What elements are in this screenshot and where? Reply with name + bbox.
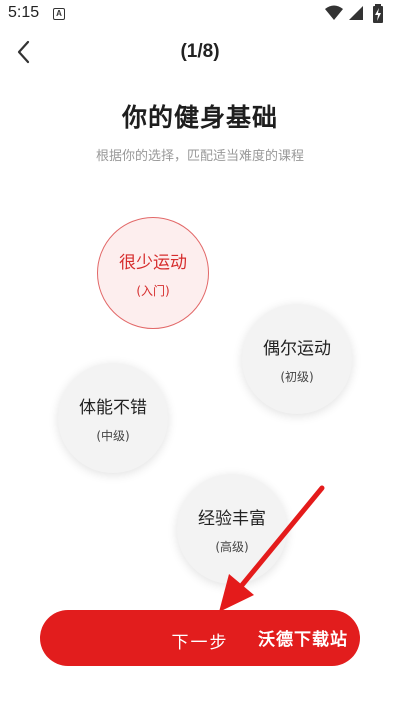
status-time: 5:15 bbox=[8, 4, 40, 21]
page-title: 你的健身基础 bbox=[121, 103, 278, 132]
option-level: (初级) bbox=[280, 369, 314, 384]
option-label: 经验丰富 bbox=[198, 508, 266, 529]
option-good-fitness[interactable]: 体能不错 (中级) bbox=[58, 363, 168, 473]
option-level: (高级) bbox=[215, 539, 249, 554]
page-subtitle: 根据你的选择，匹配适当难度的课程 bbox=[95, 149, 304, 164]
signal-icon bbox=[349, 6, 363, 20]
wifi-icon bbox=[325, 5, 343, 20]
option-label: 体能不错 bbox=[79, 397, 147, 418]
step-counter: (1/8) bbox=[180, 41, 220, 62]
option-level: (入门) bbox=[136, 283, 170, 298]
status-bar: 5:15 A bbox=[0, 0, 400, 28]
watermark: 沃德下载站 bbox=[258, 630, 348, 650]
next-button[interactable]: 下一步 沃德下载站 bbox=[40, 610, 360, 666]
option-label: 偶尔运动 bbox=[263, 338, 331, 359]
option-rarely-exercise[interactable]: 很少运动 (入门) bbox=[97, 217, 209, 329]
option-level: (中级) bbox=[96, 428, 130, 443]
notification-icon: A bbox=[53, 8, 65, 20]
option-occasional-exercise[interactable]: 偶尔运动 (初级) bbox=[242, 304, 352, 414]
top-bar: (1/8) bbox=[0, 28, 400, 78]
battery-charging-icon bbox=[373, 4, 383, 23]
option-experienced[interactable]: 经验丰富 (高级) bbox=[177, 474, 287, 584]
option-label: 很少运动 bbox=[119, 252, 187, 273]
